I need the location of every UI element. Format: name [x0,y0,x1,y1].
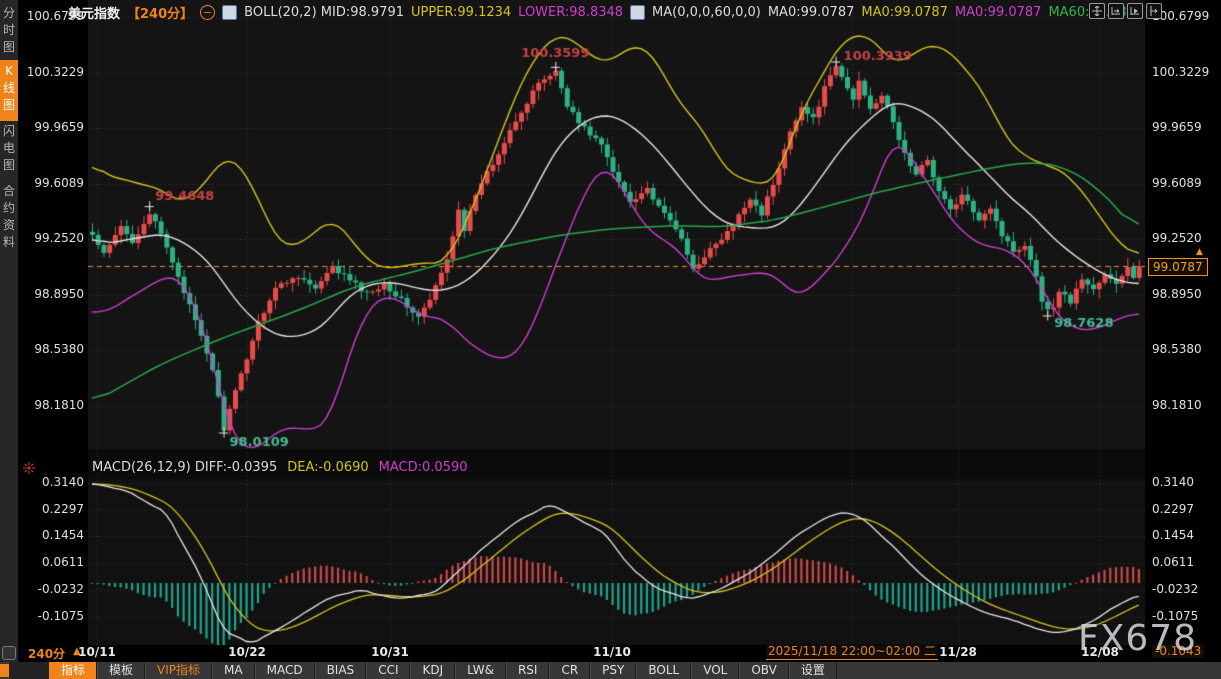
toolbar-item-rsi[interactable]: RSI [506,662,550,679]
macd-dea-value: DEA:-0.0690 [287,460,368,475]
toolbar-item-vol[interactable]: VOL [691,662,739,679]
chart-canvas[interactable] [88,0,1145,645]
chart-tool-buttons [1089,3,1162,19]
bottom-toolbar: 指标模板VIP指标MAMACDBIASCCIKDJLW&RSICRPSYBOLL… [0,662,1221,679]
toolbar-item-ma[interactable]: MA [212,662,255,679]
toolbar-item-kdj[interactable]: KDJ [410,662,455,679]
toolbar-item-cci[interactable]: CCI [366,662,410,679]
macd-tick-label: 0.2297 [22,502,84,516]
price-tick-label: 98.1810 [22,398,84,412]
toolbar-item-lw[interactable]: LW& [455,662,506,679]
price-tick-label: 99.2520 [1152,231,1218,245]
price-tick-label: 98.1810 [1152,398,1218,412]
macd-tick-label: -0.0232 [1152,582,1218,596]
x-scale-icon[interactable] [1108,3,1124,19]
macd-tick-label: 0.0611 [1152,555,1218,569]
selected-candle-datetime: 2025/11/18 22:00~02:00 二 [766,644,938,660]
pan-cross-icon[interactable] [1089,3,1105,19]
period-badge: 【240分】 [127,3,193,22]
time-axis: 240分 ▲ 2025/11/18 22:00~02:00 二 10/1110/… [0,644,1221,662]
symbol-name: 美元指数 [68,3,120,22]
macd-tick-label: 0.1454 [1152,528,1218,542]
ma-params: MA(0,0,0,60,0,0) [652,5,761,20]
macd-tick-label: 0.1454 [22,528,84,542]
price-tick-label: 98.5380 [1152,342,1218,356]
boll-lower-value: LOWER:98.8348 [518,5,623,20]
collapse-icon[interactable]: − [200,5,215,20]
macd-tick-label: 0.3140 [1152,475,1218,489]
macd-macd-value: MACD:0.0590 [379,460,468,475]
date-tick-label: 10/11 [78,645,116,659]
period-label[interactable]: 240分 [28,645,65,662]
macd-tick-label: -0.1075 [22,609,84,623]
toolbar-item-bias[interactable]: BIAS [315,662,367,679]
price-tick-label: 100.3229 [1152,65,1218,79]
price-up-arrow-icon: ▲ [1196,247,1203,257]
price-tick-label: 98.8950 [1152,287,1218,301]
toolbar-item-macd[interactable]: MACD [255,662,315,679]
date-tick-label: 12/08 [1081,645,1119,659]
sidebar-item-2[interactable]: K线图 [0,60,18,121]
playback-icon[interactable] [1127,3,1143,19]
toolbar-item-指标[interactable]: 指标 [49,662,97,679]
price-tick-label: 99.6089 [1152,176,1218,190]
price-tick-label: 99.6089 [22,176,84,190]
ma0-value-magenta: MA0:99.0787 [955,5,1042,20]
date-tick-label: 10/31 [371,645,409,659]
shift-right-icon[interactable] [1146,3,1162,19]
date-tick-label: 10/22 [228,645,266,659]
chart-application-window: 分时图K线图闪电图合约资料 美元指数 【240分】 − BOLL(20,2) M… [0,0,1221,679]
ma0-value-yellow: MA0:99.0787 [861,5,948,20]
macd-diff-value: MACD(26,12,9) DIFF:-0.0395 [92,460,277,475]
toolbar-item-boll[interactable]: BOLL [636,662,691,679]
ma0-value-white: MA0:99.0787 [768,5,855,20]
price-tick-label: 99.9659 [1152,120,1218,134]
price-tick-label: 98.8950 [22,287,84,301]
axis-lock-icon[interactable] [2,646,16,660]
star-burst-icon[interactable] [22,460,36,479]
toolbar-spacer [9,662,49,679]
sidebar-item-3[interactable]: 闪电图 [0,120,18,181]
boll-upper-value: UPPER:99.1234 [411,5,511,20]
toolbar-item-cr[interactable]: CR [549,662,590,679]
ma-indicator-chip-icon[interactable] [630,5,645,20]
macd-tick-label: 0.0611 [22,555,84,569]
boll-values: BOLL(20,2) MID:98.9791 [244,5,404,20]
date-tick-label: 11/10 [593,645,631,659]
toolbar-item-vip指标[interactable]: VIP指标 [145,662,212,679]
toolbar-item-模板[interactable]: 模板 [97,662,145,679]
macd-tick-label: -0.0232 [22,582,84,596]
toolbar-item-obv[interactable]: OBV [739,662,789,679]
macd-tick-label: -0.1075 [1152,609,1218,623]
date-tick-label: 11/28 [939,645,977,659]
macd-pane-header: MACD(26,12,9) DIFF:-0.0395 DEA:-0.0690 M… [92,460,468,475]
price-tick-label: 100.3229 [22,65,84,79]
sidebar-item-1[interactable]: 分时图 [0,2,18,61]
toolbar-item-设置[interactable]: 设置 [789,662,837,679]
toolbar-item-psy[interactable]: PSY [590,662,636,679]
price-tick-label: 99.2520 [22,231,84,245]
current-price-box: 99.0787 [1148,258,1208,276]
macd-tick-label: 0.2297 [1152,502,1218,516]
chart-header: 美元指数 【240分】 − BOLL(20,2) MID:98.9791 UPP… [68,3,1143,21]
boll-indicator-chip-icon[interactable] [222,5,237,20]
price-tick-label: 98.5380 [22,342,84,356]
sidebar-item-4[interactable]: 合约资料 [0,180,18,259]
left-sidebar: 分时图K线图闪电图合约资料 [0,0,18,679]
active-period-swatch-icon[interactable] [0,664,9,677]
price-tick-label: 99.9659 [22,120,84,134]
